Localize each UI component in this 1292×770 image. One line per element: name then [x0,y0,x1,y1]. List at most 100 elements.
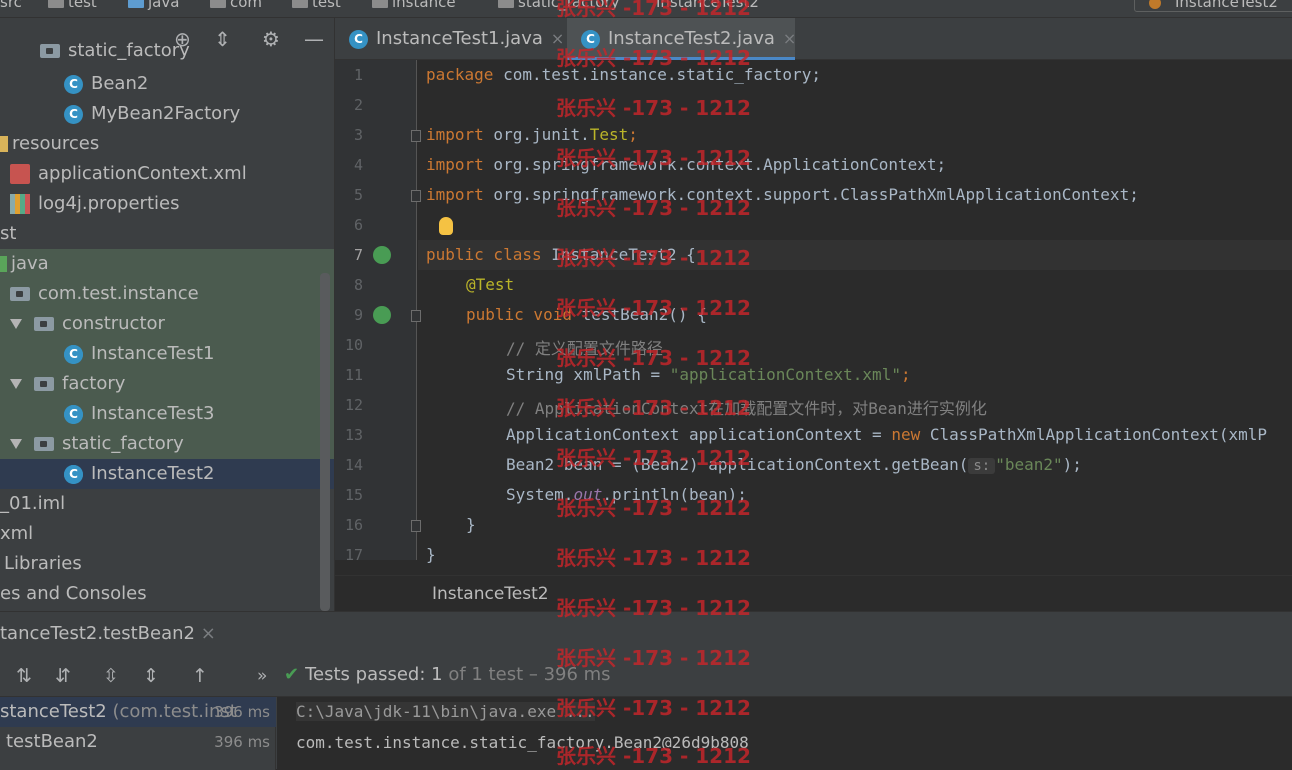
test-root-folder-icon [0,256,7,272]
package-icon [34,377,54,391]
code-line-9[interactable]: public void testBean2() { [466,305,707,324]
line-number: 1 [353,66,363,84]
close-icon[interactable]: × [551,29,564,48]
crumb-instancetest2[interactable]: InstanceTest2 [656,0,759,11]
tree-item-log4j-properties[interactable]: log4j.properties [0,189,334,219]
code-editor: C InstanceTest1.java × C InstanceTest2.java… [334,18,1292,611]
test-status: ✔ Tests passed: 1 of 1 test – 396 ms [284,664,611,685]
lightbulb-icon[interactable] [439,217,453,235]
line-number: 3 [353,126,363,144]
chevron-down-icon[interactable] [10,379,22,389]
tab-instancetest2[interactable]: C InstanceTest2.java × [567,18,796,60]
code-line-14[interactable]: Bean2 bean = (Bean2) applicationContext.… [506,455,1082,474]
crumb-com[interactable]: com [210,0,262,11]
test-suite-row[interactable]: stanceTest2 (com.test.inst 396 ms [0,697,276,727]
junit-config-icon [1149,0,1161,9]
tree-item-factory[interactable]: factory [0,369,334,399]
crumb-test[interactable]: test [48,0,97,11]
line-number: 6 [353,216,363,234]
code-line-5[interactable]: import org.springframework.context.suppo… [426,185,1139,204]
code-line-12[interactable]: // ApplicationContext在加载配置文件时，对Bean进行实例化 [506,395,987,419]
run-test-icon[interactable] [373,246,391,264]
fold-marker-icon[interactable] [411,520,421,532]
expand-all-icon[interactable]: ⇳ [103,665,119,687]
crumb-test2[interactable]: test [292,0,341,11]
package-icon [10,287,30,301]
test-results-tree: stanceTest2 (com.test.inst 396 ms testBea… [0,697,276,770]
console-output[interactable]: C:\Java\jdk-11\bin\java.exe ... com.test… [277,697,1292,770]
line-number: 14 [344,456,363,474]
folder-icon [128,0,144,8]
console-line: com.test.instance.static_factory.Bean2@2… [296,733,749,752]
fold-marker-icon[interactable] [411,130,421,142]
tree-item-mybean2factory[interactable]: C MyBean2Factory [0,99,334,129]
crumb-static-factory[interactable]: static_factory [498,0,620,11]
properties-file-icon [10,194,30,214]
line-number: 9 [353,306,363,324]
chevron-down-icon[interactable] [10,319,22,329]
more-actions-icon[interactable]: » [257,665,267,687]
package-icon [40,44,60,58]
resources-folder-icon [0,136,8,152]
tree-item-scratches[interactable]: es and Consoles [0,579,334,609]
code-line-11[interactable]: String xmlPath = "applicationContext.xml… [506,365,911,384]
fold-marker-icon[interactable] [411,190,421,202]
code-line-7[interactable]: public class InstanceTest2 { [426,245,696,264]
tree-item-com-test-instance[interactable]: com.test.instance [0,279,334,309]
tree-item-pom-xml[interactable]: xml [0,519,334,549]
collapse-all-icon[interactable]: ⇕ [143,665,159,687]
editor-tabs: C InstanceTest1.java × C InstanceTest2.java… [335,18,1292,60]
run-config-selector[interactable]: InstanceTest2 [1134,0,1292,12]
folder-icon [372,0,388,8]
tree-item-java[interactable]: java [0,249,334,279]
crumb-instance[interactable]: instance [372,0,456,11]
tree-item-constructor[interactable]: constructor [0,309,334,339]
code-line-16[interactable]: } [466,515,476,534]
xml-file-icon [10,164,30,184]
code-line-8[interactable]: @Test [466,275,514,294]
run-test-icon[interactable] [373,306,391,324]
close-icon[interactable]: × [201,623,216,644]
tree-item-static-factory[interactable]: static_factory [0,429,334,459]
code-line-13[interactable]: ApplicationContext applicationContext = … [506,425,1267,444]
line-number: 17 [344,546,363,564]
tree-item-bean2[interactable]: C Bean2 [0,69,334,99]
code-line-1[interactable]: package com.test.instance.static_factory… [426,65,821,84]
parameter-hint: s: [968,458,996,474]
code-line-4[interactable]: import org.springframework.context.Appli… [426,155,946,174]
tab-instancetest1[interactable]: C InstanceTest1.java × [335,18,567,60]
sort-by-duration-icon[interactable]: ⇵ [55,665,71,687]
sort-alphabetically-icon[interactable]: ⇅ [16,665,32,687]
tree-item-resources[interactable]: resources [0,129,334,159]
code-line-3[interactable]: import org.junit.Test; [426,125,638,144]
tree-item-test[interactable]: st [0,219,334,249]
class-icon: C [64,104,83,124]
crumb-java[interactable]: java [128,0,179,11]
tree-item-instancetest3[interactable]: C InstanceTest3 [0,399,334,429]
code-line-10[interactable]: // 定义配置文件路径 [506,335,663,359]
project-scrollbar[interactable] [320,273,330,611]
editor-breadcrumb[interactable]: InstanceTest2 [335,575,1292,611]
line-number: 10 [344,336,363,354]
test-case-row[interactable]: testBean2 396 ms [0,727,276,757]
tree-item-instancetest1[interactable]: C InstanceTest1 [0,339,334,369]
package-icon [34,317,54,331]
line-number: 2 [353,96,363,114]
tree-item-static-factory-partial[interactable]: static_factory [0,41,334,61]
run-tab[interactable]: tanceTest2.testBean2 × [0,612,216,655]
tree-item-instancetest2[interactable]: C InstanceTest2 [0,459,334,489]
code-line-17[interactable]: } [426,545,436,564]
tree-item-external-libraries[interactable]: Libraries [0,549,334,579]
line-number: 15 [344,486,363,504]
line-number: 5 [353,186,363,204]
previous-failed-icon[interactable]: ↑ [192,665,208,687]
tree-item-applicationcontext-xml[interactable]: applicationContext.xml [0,159,334,189]
tree-item-iml[interactable]: _01.iml [0,489,334,519]
console-line: C:\Java\jdk-11\bin\java.exe ... [296,702,595,721]
code-line-15[interactable]: System.out.println(bean); [506,485,747,504]
crumb-src[interactable]: src [0,0,22,11]
folder-icon [210,0,226,8]
close-icon[interactable]: × [783,29,796,48]
chevron-down-icon[interactable] [10,439,22,449]
fold-marker-icon[interactable] [411,310,421,322]
